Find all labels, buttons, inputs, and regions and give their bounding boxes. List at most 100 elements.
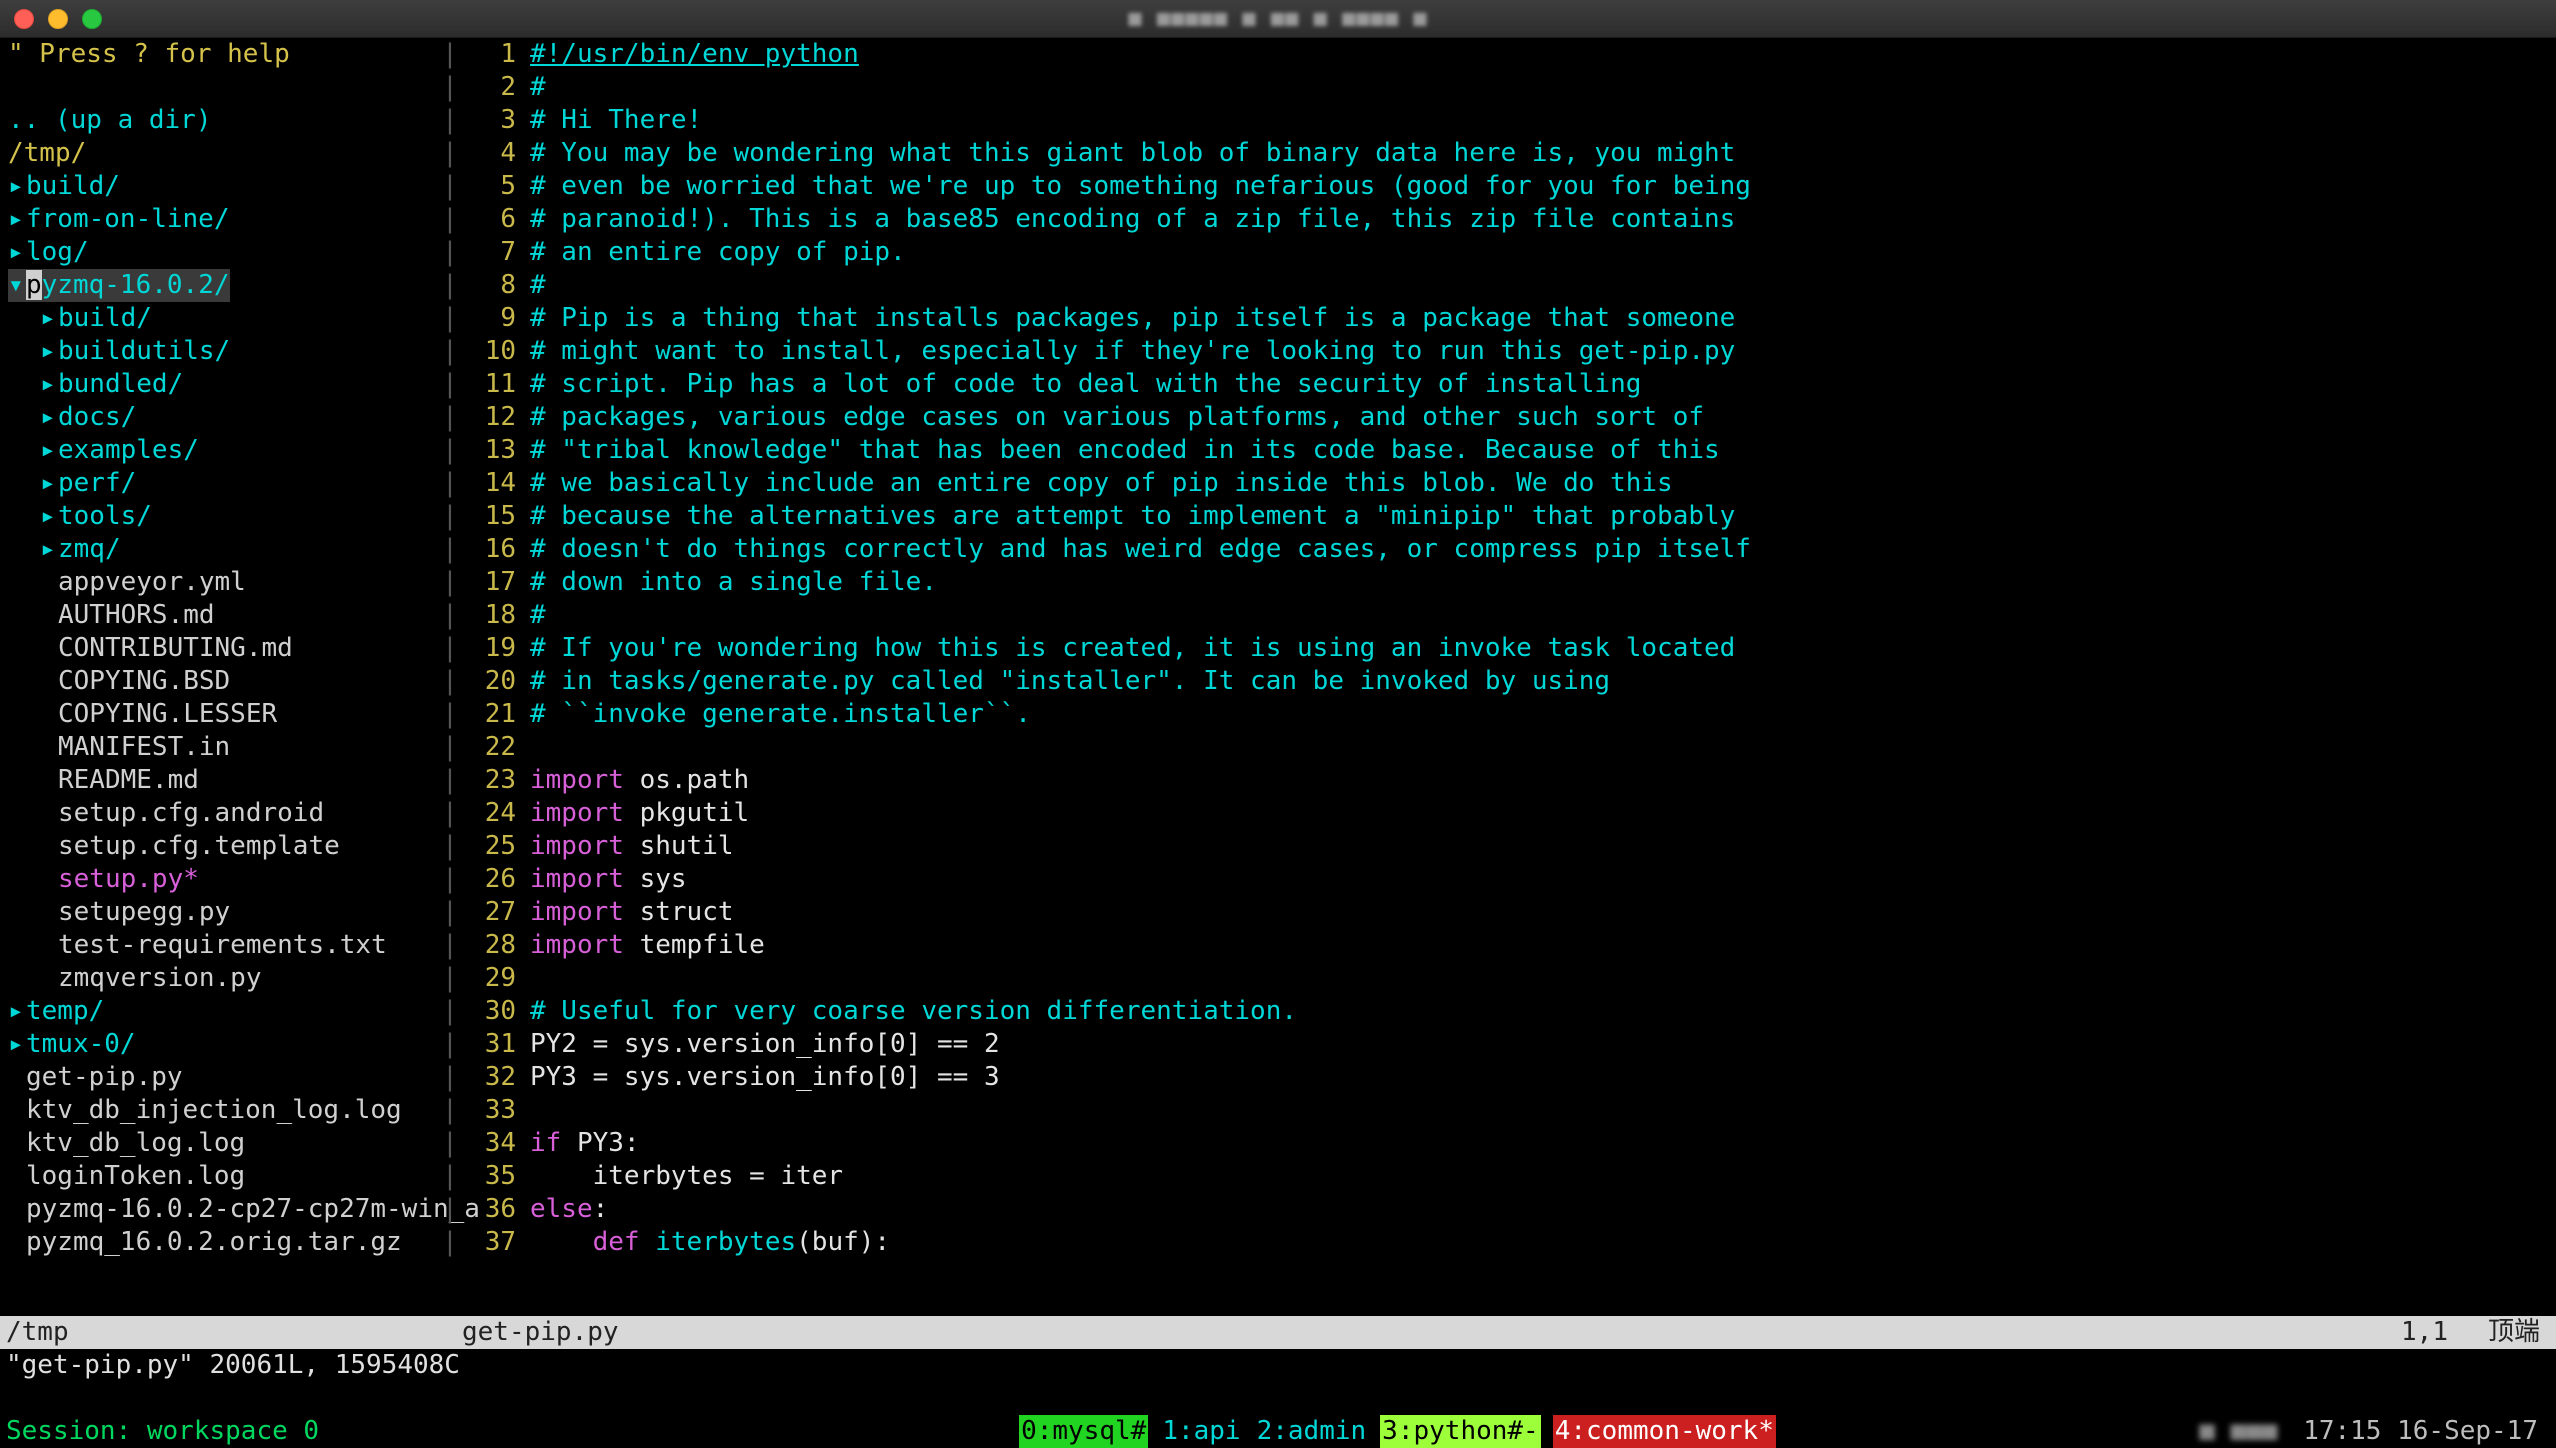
tree-item[interactable]: COPYING.LESSER: [8, 698, 438, 731]
code-line[interactable]: # Useful for very coarse version differe…: [530, 995, 2556, 1028]
code-editor[interactable]: #!/usr/bin/env python## Hi There!# You m…: [526, 38, 2556, 1316]
line-number: 4: [462, 137, 516, 170]
tree-item[interactable]: README.md: [8, 764, 438, 797]
tree-item[interactable]: appveyor.yml: [8, 566, 438, 599]
tree-item[interactable]: ▸tmux-0/: [8, 1028, 438, 1061]
code-line[interactable]: # even be worried that we're up to somet…: [530, 170, 2556, 203]
code-line[interactable]: [530, 962, 2556, 995]
code-line[interactable]: import struct: [530, 896, 2556, 929]
code-line[interactable]: # we basically include an entire copy of…: [530, 467, 2556, 500]
tree-item[interactable]: MANIFEST.in: [8, 731, 438, 764]
tree-item[interactable]: COPYING.BSD: [8, 665, 438, 698]
tree-item[interactable]: ▸build/: [8, 170, 438, 203]
blank: [8, 71, 438, 104]
tree-item[interactable]: ▸tools/: [8, 500, 438, 533]
tmux-window[interactable]: 4:common-work*: [1553, 1415, 1776, 1448]
tmux-window[interactable]: 0:mysql#: [1019, 1415, 1148, 1448]
terminal[interactable]: " Press ? for help .. (up a dir)/tmp/▸bu…: [0, 38, 2556, 1448]
tmux-window[interactable]: 2:admin: [1255, 1415, 1369, 1448]
code-line[interactable]: import os.path: [530, 764, 2556, 797]
tree-item[interactable]: pyzmq-16.0.2-cp27-cp27m-win_a: [8, 1193, 438, 1226]
code-line[interactable]: # in tasks/generate.py called "installer…: [530, 665, 2556, 698]
tree-item[interactable]: ▸examples/: [8, 434, 438, 467]
code-line[interactable]: if PY3:: [530, 1127, 2556, 1160]
status-percent: 顶端: [2488, 1316, 2556, 1349]
tmux-window[interactable]: 1:api: [1160, 1415, 1242, 1448]
code-line[interactable]: #: [530, 71, 2556, 104]
tmux-window[interactable]: 3:python#-: [1380, 1415, 1541, 1448]
line-number: 13: [462, 434, 516, 467]
tree-item[interactable]: zmqversion.py: [8, 962, 438, 995]
code-line[interactable]: # because the alternatives are attempt t…: [530, 500, 2556, 533]
code-line[interactable]: # Pip is a thing that installs packages,…: [530, 302, 2556, 335]
line-number: 12: [462, 401, 516, 434]
line-number: 33: [462, 1094, 516, 1127]
code-line[interactable]: [530, 1094, 2556, 1127]
line-number: 27: [462, 896, 516, 929]
code-line[interactable]: #!/usr/bin/env python: [530, 38, 2556, 71]
tree-item[interactable]: ▸log/: [8, 236, 438, 269]
tree-item[interactable]: pyzmq_16.0.2.orig.tar.gz: [8, 1226, 438, 1259]
tree-item-selected[interactable]: ▾pyzmq-16.0.2/: [8, 269, 230, 302]
tree-item[interactable]: ▸bundled/: [8, 368, 438, 401]
code-line[interactable]: # doesn't do things correctly and has we…: [530, 533, 2556, 566]
code-line[interactable]: PY2 = sys.version_info[0] == 2: [530, 1028, 2556, 1061]
code-line[interactable]: #: [530, 269, 2556, 302]
code-line[interactable]: [530, 731, 2556, 764]
tree-item[interactable]: ktv_db_injection_log.log: [8, 1094, 438, 1127]
tree-item[interactable]: CONTRIBUTING.md: [8, 632, 438, 665]
code-line[interactable]: # might want to install, especially if t…: [530, 335, 2556, 368]
code-line[interactable]: # down into a single file.: [530, 566, 2556, 599]
code-line[interactable]: # an entire copy of pip.: [530, 236, 2556, 269]
code-line[interactable]: PY3 = sys.version_info[0] == 3: [530, 1061, 2556, 1094]
tree-item[interactable]: setup.py*: [8, 863, 438, 896]
code-line[interactable]: import shutil: [530, 830, 2556, 863]
tmux-time: 17:15 16-Sep-17: [2303, 1416, 2538, 1446]
code-line[interactable]: # Hi There!: [530, 104, 2556, 137]
tree-item[interactable]: setupegg.py: [8, 896, 438, 929]
code-line[interactable]: # If you're wondering how this is create…: [530, 632, 2556, 665]
tree-item[interactable]: ▸perf/: [8, 467, 438, 500]
code-line[interactable]: import tempfile: [530, 929, 2556, 962]
tree-item[interactable]: AUTHORS.md: [8, 599, 438, 632]
code-line[interactable]: import sys: [530, 863, 2556, 896]
line-number: 8: [462, 269, 516, 302]
code-line[interactable]: # paranoid!). This is a base85 encoding …: [530, 203, 2556, 236]
tree-item[interactable]: test-requirements.txt: [8, 929, 438, 962]
line-number: 25: [462, 830, 516, 863]
line-number: 7: [462, 236, 516, 269]
code-line[interactable]: #: [530, 599, 2556, 632]
code-line[interactable]: iterbytes = iter: [530, 1160, 2556, 1193]
tree-item[interactable]: ▸build/: [8, 302, 438, 335]
code-line[interactable]: def iterbytes(buf):: [530, 1226, 2556, 1259]
code-line[interactable]: # script. Pip has a lot of code to deal …: [530, 368, 2556, 401]
tree-item[interactable]: setup.cfg.template: [8, 830, 438, 863]
tmux-statusbar: Session: workspace 0 0:mysql#1:api2:admi…: [0, 1415, 2556, 1448]
line-number: 26: [462, 863, 516, 896]
status-left: /tmp: [0, 1316, 462, 1349]
code-line[interactable]: import pkgutil: [530, 797, 2556, 830]
tree-item[interactable]: loginToken.log: [8, 1160, 438, 1193]
tree-item[interactable]: ▸from-on-line/: [8, 203, 438, 236]
tree-item[interactable]: setup.cfg.android: [8, 797, 438, 830]
line-number: 15: [462, 500, 516, 533]
tree-item[interactable]: ▸docs/: [8, 401, 438, 434]
code-line[interactable]: # ``invoke generate.installer``.: [530, 698, 2556, 731]
tree-item[interactable]: ktv_db_log.log: [8, 1127, 438, 1160]
nerdtree-root[interactable]: /tmp/: [8, 137, 438, 170]
tree-item[interactable]: ▸temp/: [8, 995, 438, 1028]
code-line[interactable]: # You may be wondering what this giant b…: [530, 137, 2556, 170]
tree-item[interactable]: ▸buildutils/: [8, 335, 438, 368]
line-number: 37: [462, 1226, 516, 1259]
nerdtree-updir[interactable]: .. (up a dir): [8, 104, 438, 137]
line-number: 18: [462, 599, 516, 632]
line-number: 11: [462, 368, 516, 401]
line-number: 32: [462, 1061, 516, 1094]
code-line[interactable]: # packages, various edge cases on variou…: [530, 401, 2556, 434]
code-line[interactable]: else:: [530, 1193, 2556, 1226]
line-number: 16: [462, 533, 516, 566]
nerdtree-pane[interactable]: " Press ? for help .. (up a dir)/tmp/▸bu…: [0, 38, 438, 1316]
tree-item[interactable]: ▸zmq/: [8, 533, 438, 566]
code-line[interactable]: # "tribal knowledge" that has been encod…: [530, 434, 2556, 467]
tree-item[interactable]: get-pip.py: [8, 1061, 438, 1094]
